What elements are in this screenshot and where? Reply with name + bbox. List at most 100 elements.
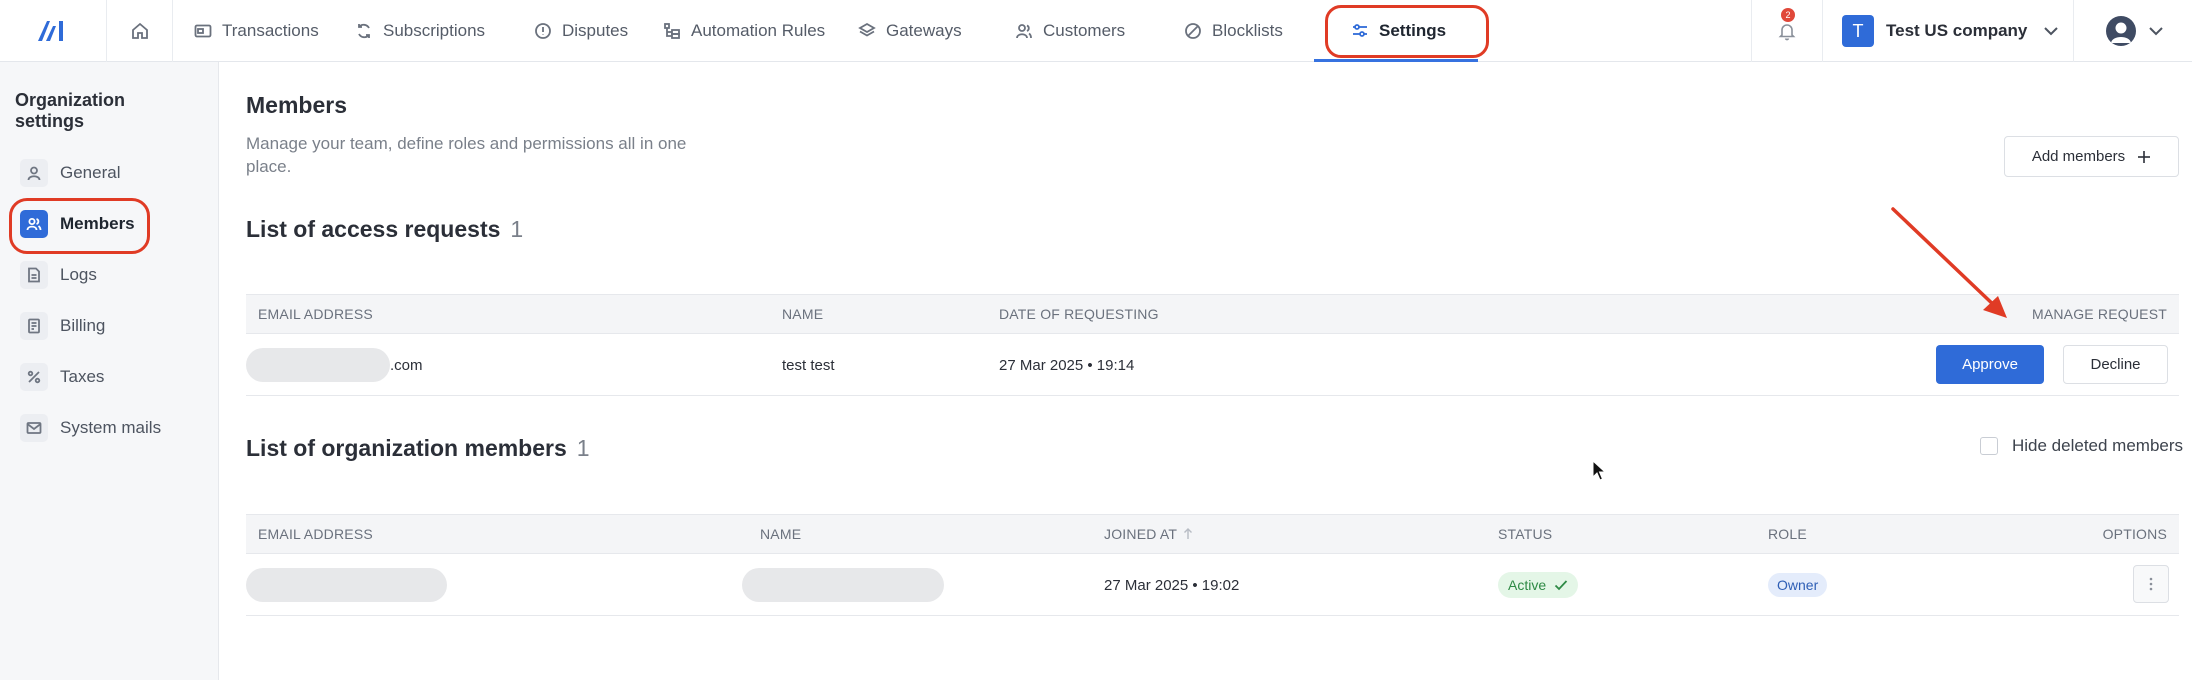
redacted-name xyxy=(742,568,944,602)
chevron-down-icon xyxy=(2044,27,2059,36)
chevron-down-icon xyxy=(2149,27,2163,36)
email-suffix: .com xyxy=(390,356,423,374)
column-header-label: JOINED AT xyxy=(1104,526,1178,542)
status-label: Active xyxy=(1508,577,1547,593)
redacted-email xyxy=(246,568,447,602)
user-silhouette-icon xyxy=(2111,22,2131,43)
sidebar-item-label: General xyxy=(60,163,121,182)
nav-label: Blocklists xyxy=(1212,21,1283,40)
mouse-cursor-icon xyxy=(1592,460,1607,481)
logo-icon xyxy=(38,21,63,41)
column-header-date-requesting: DATE OF REQUESTING xyxy=(999,306,1159,322)
more-vertical-icon xyxy=(2149,577,2153,591)
nav-label: Disputes xyxy=(562,21,629,40)
role-badge: Owner xyxy=(1768,573,1828,597)
redacted-email xyxy=(246,348,390,382)
name-cell xyxy=(742,554,944,616)
table-row: .com test test 27 Mar 2025 • 19:14 Appro… xyxy=(246,334,2179,396)
members-table-header: EMAIL ADDRESS NAME JOINED AT STATUS ROLE… xyxy=(246,514,2179,554)
add-members-button[interactable]: Add members xyxy=(2004,136,2179,177)
sidebar-item-system-mails[interactable]: System mails xyxy=(20,412,161,444)
nav-label: Customers xyxy=(1043,21,1126,40)
settings-sidebar: Organization settings General Members Lo… xyxy=(0,62,219,680)
column-header-manage-request: MANAGE REQUEST xyxy=(2031,306,2167,322)
section-title-text: List of organization members xyxy=(246,435,567,461)
access-requests-title: List of access requests 1 xyxy=(246,216,523,243)
sidebar-item-label: Billing xyxy=(60,316,106,335)
members-list-title: List of organization members 1 xyxy=(246,435,590,462)
sidebar-item-label: System mails xyxy=(60,418,162,437)
status-cell: Active xyxy=(1498,554,1579,616)
sidebar-item-billing[interactable]: Billing xyxy=(20,310,105,342)
column-header-name: NAME xyxy=(760,526,802,542)
flow-icon xyxy=(664,23,680,39)
refresh-icon xyxy=(358,23,370,39)
access-requests-count: 1 xyxy=(510,216,524,242)
column-header-email: EMAIL ADDRESS xyxy=(258,306,373,322)
column-header-joined-at[interactable]: JOINED AT xyxy=(1104,515,1193,553)
plus-icon xyxy=(2138,150,2151,163)
company-name: Test US company xyxy=(1886,21,2028,40)
nav-label: Gateways xyxy=(886,21,962,40)
sidebar-item-taxes[interactable]: Taxes xyxy=(20,361,104,393)
page-title: Members xyxy=(246,92,347,118)
hide-deleted-label: Hide deleted members xyxy=(2012,436,2184,455)
decline-button[interactable]: Decline xyxy=(2063,345,2168,384)
page-description: Manage your team, define roles and permi… xyxy=(246,134,687,176)
email-cell: .com xyxy=(246,334,423,396)
column-header-status: STATUS xyxy=(1498,526,1553,542)
nav-disputes[interactable]: Disputes xyxy=(534,0,628,62)
annotation-highlight-settings xyxy=(1325,5,1489,58)
layers-icon xyxy=(858,22,876,37)
sidebar-item-logs[interactable]: Logs xyxy=(20,259,97,291)
hide-deleted-toggle[interactable]: Hide deleted members xyxy=(1980,436,2183,456)
sidebar-title: Organization settings xyxy=(15,90,126,131)
home-icon xyxy=(131,22,148,39)
annotation-arrow-icon xyxy=(1891,207,2007,318)
add-members-label: Add members xyxy=(2031,148,2126,165)
sort-ascending-icon xyxy=(1184,528,1193,539)
active-tab-indicator xyxy=(1314,59,1478,62)
company-switcher[interactable]: T Test US company xyxy=(1824,0,2074,62)
approve-button[interactable]: Approve xyxy=(1936,345,2044,384)
nav-label: Subscriptions xyxy=(383,21,486,40)
user-icon xyxy=(20,159,48,187)
row-options-button[interactable] xyxy=(2133,565,2169,603)
date-cell: 27 Mar 2025 • 19:14 xyxy=(999,356,1135,374)
percent-icon xyxy=(20,363,48,391)
nav-label: Automation Rules xyxy=(691,21,826,40)
table-row: 27 Mar 2025 • 19:02 Active Owner xyxy=(246,554,2179,616)
status-badge: Active xyxy=(1498,572,1579,598)
email-cell xyxy=(246,554,447,616)
sidebar-item-label: Taxes xyxy=(60,367,105,386)
check-icon xyxy=(1554,580,1568,591)
sidebar-item-general[interactable]: General xyxy=(20,157,120,189)
nav-subscriptions[interactable]: Subscriptions xyxy=(355,0,485,62)
nav-automation-rules[interactable]: Automation Rules xyxy=(663,0,825,62)
nav-gateways[interactable]: Gateways xyxy=(858,0,962,62)
nav-customers[interactable]: Customers xyxy=(1015,0,1125,62)
section-title-text: List of access requests xyxy=(246,216,501,242)
nav-blocklists[interactable]: Blocklists xyxy=(1184,0,1283,62)
column-header-options: OPTIONS xyxy=(2102,526,2167,542)
receipt-icon xyxy=(20,312,48,340)
bell-icon xyxy=(1778,24,1796,41)
avatar xyxy=(2106,16,2136,46)
users-icon xyxy=(1016,24,1032,39)
app-logo[interactable] xyxy=(0,0,107,62)
document-icon xyxy=(20,261,48,289)
user-menu[interactable] xyxy=(2100,0,2192,62)
joined-at-cell: 27 Mar 2025 • 19:02 xyxy=(1104,576,1240,594)
company-avatar: T xyxy=(1842,15,1874,47)
column-header-email: EMAIL ADDRESS xyxy=(258,526,373,542)
mail-icon xyxy=(20,414,48,442)
card-icon xyxy=(194,24,212,38)
notification-count-badge: 2 xyxy=(1781,8,1795,22)
nav-transactions[interactable]: Transactions xyxy=(194,0,319,62)
members-count: 1 xyxy=(576,435,590,461)
home-button[interactable] xyxy=(107,0,173,62)
sidebar-item-label: Logs xyxy=(60,265,97,284)
hide-deleted-checkbox[interactable] xyxy=(1980,437,1998,455)
column-header-role: ROLE xyxy=(1768,526,1807,542)
ban-icon xyxy=(1185,23,1201,39)
